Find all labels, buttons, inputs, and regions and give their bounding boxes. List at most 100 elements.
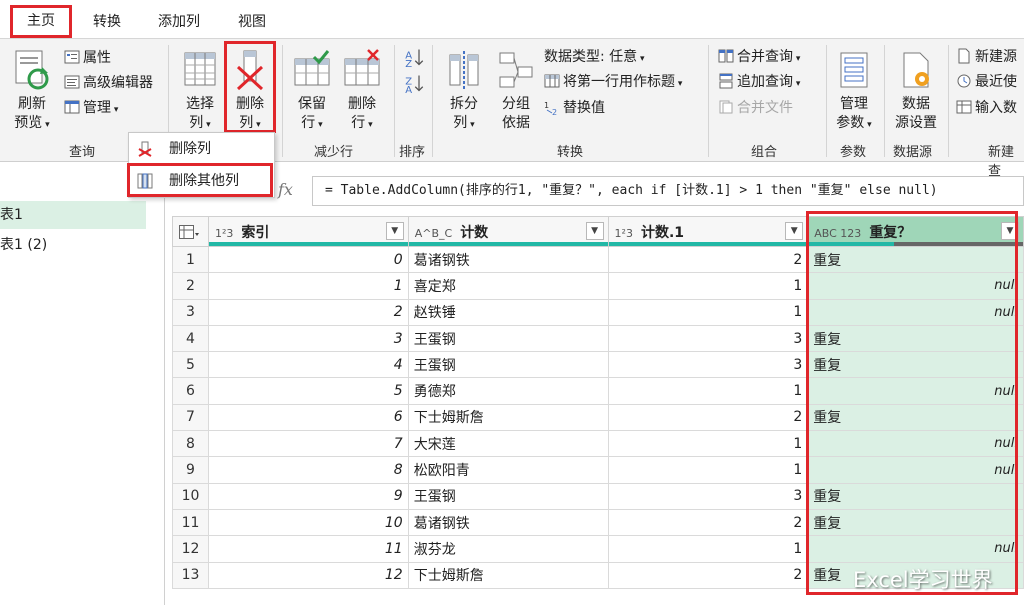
merge-queries-button[interactable]: 合并查询 ▾ [718,47,800,69]
row-number[interactable]: 5 [172,351,209,379]
cell-count[interactable]: 喜定郑 [407,272,609,300]
choose-columns-icon [184,52,216,86]
sort-descending-icon: ZA [405,75,424,93]
column-filter-dropdown-icon[interactable]: ▼ [585,222,604,240]
cell-index[interactable]: 1 [207,272,409,300]
cell-count[interactable]: 葛诸钢铁 [407,245,609,274]
column-header-index[interactable]: 1²3 索引 ▼ [207,216,409,247]
split-column-icon [449,51,479,89]
cell-count-1[interactable]: 2 [607,403,809,432]
cell-count-1[interactable]: 1 [607,456,809,484]
manage-parameters-button[interactable]: 管理 参数 ▾ [832,49,876,135]
fx-button[interactable]: fx [166,176,308,206]
column-header-count[interactable]: A^B_C 计数 ▼ [407,216,609,247]
row-number[interactable]: 1 [172,245,209,274]
cell-count[interactable]: 松欧阳青 [407,456,609,484]
group-label-data-source: 数据源 [893,145,933,160]
cell-count-1[interactable]: 2 [607,245,809,274]
row-number[interactable]: 9 [172,456,209,484]
cell-index[interactable]: 10 [207,508,409,537]
cell-count-1[interactable]: 3 [607,482,809,510]
enter-data-button[interactable]: 输入数 [956,98,1017,118]
group-label-combine: 组合 [751,145,778,160]
menu-item-remove-columns[interactable]: 删除列 [129,135,274,163]
column-header-count-1[interactable]: 1²3 计数.1 ▼ [607,216,809,247]
keep-rows-button[interactable]: 保留 行 ▾ [290,49,334,135]
cell-count[interactable]: 王蛋钢 [407,482,609,510]
query-item[interactable]: 表1 [0,201,146,229]
table-menu-cell[interactable] [172,216,209,247]
cell-count[interactable]: 下士姆斯詹 [407,561,609,589]
cell-count[interactable]: 赵铁锤 [407,298,609,326]
cell-index[interactable]: 5 [207,377,409,405]
new-source-button[interactable]: 新建源 [956,47,1017,67]
row-number[interactable]: 2 [172,272,209,300]
split-column-button[interactable]: 拆分 列 ▾ [442,49,486,135]
cell-count[interactable]: 勇德郑 [407,377,609,405]
cell-count[interactable]: 下士姆斯詹 [407,403,609,432]
properties-button[interactable]: 属性 [64,48,111,68]
manage-button[interactable]: 管理 ▾ [64,98,118,120]
cell-index[interactable]: 0 [207,245,409,274]
cell-count[interactable]: 王蛋钢 [407,324,609,353]
choose-columns-button[interactable]: 选择 列 ▾ [178,49,222,135]
cell-index[interactable]: 9 [207,482,409,510]
data-source-settings-button[interactable]: 数据 源设置 [892,49,940,133]
cell-index[interactable]: 4 [207,351,409,379]
type-icon-number: 1²3 [214,227,234,240]
cell-count-1[interactable]: 1 [607,535,809,563]
combine-files-button[interactable]: 合并文件 [718,98,793,118]
row-number[interactable]: 3 [172,298,209,326]
tab-home[interactable]: 主页 [10,5,72,38]
row-number[interactable]: 12 [172,535,209,563]
refresh-preview-button[interactable]: 刷新 预览 ▾ [10,49,54,135]
cell-count-1[interactable]: 2 [607,561,809,589]
sort-ascending-button[interactable]: AZ [404,47,427,70]
ribbon-separator [948,45,949,157]
cell-index[interactable]: 8 [207,456,409,484]
sort-ascending-icon: AZ [405,49,424,67]
cell-count-1[interactable]: 1 [607,377,809,405]
row-number[interactable]: 11 [172,508,209,537]
remove-rows-button[interactable]: 删除 行 ▾ [340,49,384,135]
cell-index[interactable]: 12 [207,561,409,589]
row-number[interactable]: 7 [172,403,209,432]
cell-index[interactable]: 3 [207,324,409,353]
row-number[interactable]: 4 [172,324,209,353]
row-number[interactable]: 8 [172,430,209,458]
recent-sources-button[interactable]: 最近使 [956,72,1017,92]
cell-count-1[interactable]: 3 [607,324,809,353]
cell-count-1[interactable]: 2 [607,508,809,537]
cell-count[interactable]: 王蛋钢 [407,351,609,379]
cell-count-1[interactable]: 1 [607,298,809,326]
use-first-row-as-headers-button[interactable]: 将第一行用作标题 ▾ [544,72,682,94]
row-number[interactable]: 10 [172,482,209,510]
cell-count-1[interactable]: 1 [607,430,809,458]
formula-input[interactable]: = Table.AddColumn(排序的行1, "重复？", each if … [312,176,1024,206]
cell-index[interactable]: 11 [207,535,409,563]
tab-view[interactable]: 视图 [232,8,272,36]
cell-count[interactable]: 淑芬龙 [407,535,609,563]
tab-transform[interactable]: 转换 [84,8,130,36]
replace-values-button[interactable]: 1 2 替换值 [544,98,605,118]
data-source-settings-label-2: 源设置 [895,115,937,131]
column-filter-dropdown-icon[interactable]: ▼ [785,222,804,240]
cell-count-1[interactable]: 3 [607,351,809,379]
cell-index[interactable]: 2 [207,298,409,326]
group-by-button[interactable]: 分组 依据 [494,49,538,133]
cell-count[interactable]: 葛诸钢铁 [407,508,609,537]
cell-index[interactable]: 6 [207,403,409,432]
cell-index[interactable]: 7 [207,430,409,458]
query-item[interactable]: 表1 (2) [0,231,47,259]
sort-descending-button[interactable]: ZA [404,73,427,96]
row-number[interactable]: 13 [172,561,209,589]
cell-count-1[interactable]: 1 [607,272,809,300]
column-filter-dropdown-icon[interactable]: ▼ [385,222,404,240]
choose-columns-label-1: 选择 [186,96,214,112]
append-queries-button[interactable]: 追加查询 ▾ [718,72,800,94]
advanced-editor-button[interactable]: 高级编辑器 [64,73,153,93]
tab-add-column[interactable]: 添加列 [152,8,206,36]
row-number[interactable]: 6 [172,377,209,405]
cell-count[interactable]: 大宋莲 [407,430,609,458]
data-type-dropdown[interactable]: 数据类型: 任意 ▾ [544,47,645,69]
